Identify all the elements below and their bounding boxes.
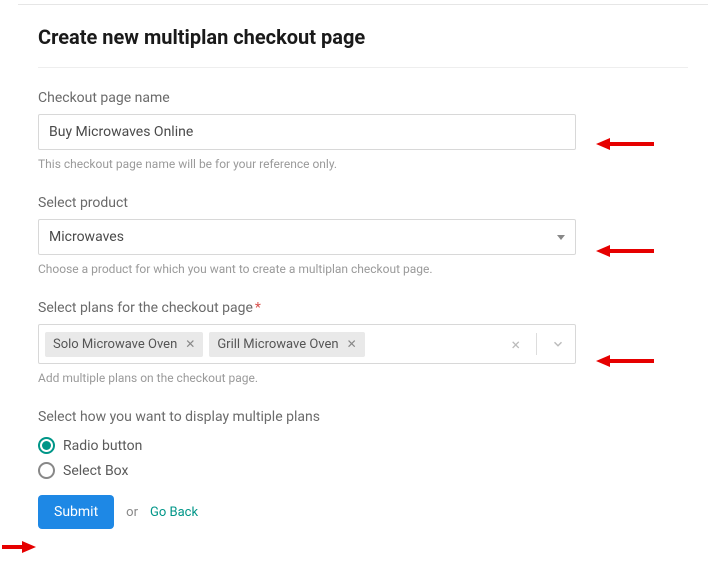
plan-chip-label: Grill Microwave Oven (217, 337, 338, 352)
plan-chip: Solo Microwave Oven ✕ (45, 332, 203, 357)
required-indicator: * (255, 300, 261, 316)
caret-down-icon (557, 235, 565, 240)
radio-option-selectbox[interactable]: Select Box (38, 462, 688, 479)
chip-remove-icon[interactable]: ✕ (185, 338, 195, 350)
separator (536, 333, 537, 355)
submit-button[interactable]: Submit (38, 495, 114, 529)
product-select[interactable]: Microwaves (38, 219, 576, 255)
checkout-name-help: This checkout page name will be for your… (38, 157, 688, 171)
annotation-arrow-icon (2, 537, 36, 557)
radio-icon (38, 437, 55, 454)
radio-option-radiobutton[interactable]: Radio button (38, 437, 688, 454)
or-text: or (126, 505, 138, 520)
plan-chip-label: Solo Microwave Oven (53, 337, 177, 352)
chip-remove-icon[interactable]: ✕ (347, 338, 357, 350)
product-value: Microwaves (49, 229, 124, 245)
checkout-name-input[interactable] (38, 114, 576, 150)
action-row: Submit or Go Back (38, 495, 688, 529)
chevron-down-icon[interactable] (547, 337, 569, 351)
product-label: Select product (38, 195, 688, 211)
checkout-name-group: Checkout page name This checkout page na… (38, 90, 688, 171)
product-group: Select product Microwaves Choose a produ… (38, 195, 688, 276)
radio-label-text: Select Box (63, 463, 128, 479)
plans-group: Select plans for the checkout page* Solo… (38, 300, 688, 385)
goback-link[interactable]: Go Back (150, 505, 198, 520)
page-title: Create new multiplan checkout page (38, 25, 688, 68)
display-label: Select how you want to display multiple … (38, 409, 688, 425)
plans-help: Add multiple plans on the checkout page. (38, 371, 688, 385)
product-help: Choose a product for which you want to c… (38, 262, 688, 276)
display-group: Select how you want to display multiple … (38, 409, 688, 479)
plan-chip: Grill Microwave Oven ✕ (209, 332, 364, 357)
checkout-name-label: Checkout page name (38, 90, 688, 106)
radio-label-text: Radio button (63, 438, 142, 454)
radio-icon (38, 462, 55, 479)
clear-all-icon[interactable]: × (505, 335, 526, 354)
plans-label: Select plans for the checkout page* (38, 300, 688, 316)
plans-multiselect[interactable]: Solo Microwave Oven ✕ Grill Microwave Ov… (38, 324, 576, 364)
